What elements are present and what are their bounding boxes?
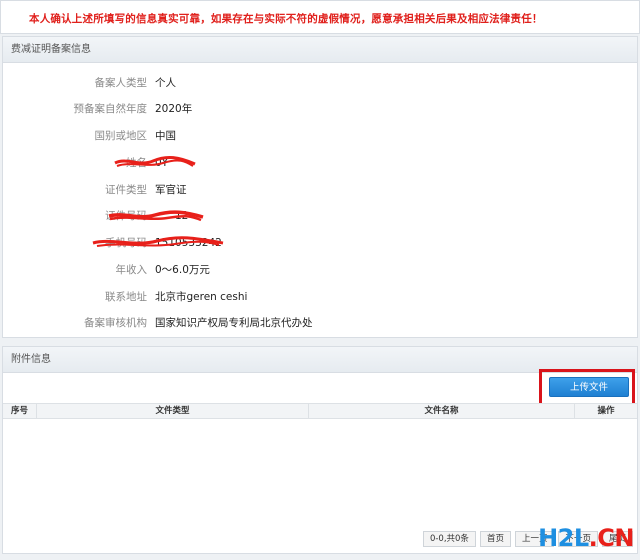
column-header-actions: 操作 <box>597 406 615 416</box>
field-value: 国家知识产权局专利局北京代办处 <box>155 317 313 329</box>
field-review-agency: 备案审核机构 国家知识产权局专利局北京代办处 <box>3 314 639 332</box>
field-label: 备案审核机构 <box>84 317 147 329</box>
field-label: 备案人类型 <box>94 77 148 89</box>
field-value: 个人 <box>155 77 176 89</box>
fee-reduction-record-panel: 费减证明备案信息 备案人类型 个人 预备案自然年度 2020年 国别或地区 中国… <box>2 36 638 338</box>
first-page-button[interactable]: 首页 <box>479 531 511 547</box>
field-label: 预备案自然年度 <box>73 103 148 115</box>
field-label: 联系地址 <box>105 291 147 303</box>
field-id-type: 证件类型 军官证 <box>3 181 639 199</box>
pagination-summary: 0-0,共0条 <box>422 531 476 547</box>
field-value: 2020年 <box>155 103 193 115</box>
field-name: 姓名 0Y <box>3 154 639 172</box>
notice-text: 本人确认上述所填写的信息真实可靠，如果存在与实际不符的虚假情况，愿意承担相关后果… <box>29 13 543 25</box>
redaction-scribble <box>114 155 196 167</box>
field-value: 0～6.0万元 <box>155 264 210 276</box>
field-label: 年收入 <box>115 264 148 276</box>
attachment-panel: 附件信息 上传文件 序号 文件类型 文件名称 操作 0-0,共0条 首页 上一页… <box>2 346 638 554</box>
field-value: 军官证 <box>155 184 187 196</box>
field-value: 中国 <box>155 130 176 142</box>
column-header-index: 序号 <box>3 404 37 418</box>
field-label: 国别或地区 <box>94 130 148 142</box>
panel-title: 费减证明备案信息 <box>11 44 91 55</box>
field-label: 证件类型 <box>105 184 147 196</box>
confirmation-notice: 本人确认上述所填写的信息真实可靠，如果存在与实际不符的虚假情况，愿意承担相关后果… <box>0 0 640 34</box>
field-annual-income: 年收入 0～6.0万元 <box>3 261 639 279</box>
page: 本人确认上述所填写的信息真实可靠，如果存在与实际不符的虚假情况，愿意承担相关后果… <box>0 0 640 560</box>
field-applicant-type: 备案人类型 个人 <box>3 74 639 92</box>
field-address: 联系地址 北京市geren ceshi <box>3 288 639 306</box>
field-value: 北京市geren ceshi <box>155 291 248 303</box>
redaction-scribble <box>108 210 204 222</box>
watermark-domain: .CN <box>588 524 635 552</box>
field-record-year: 预备案自然年度 2020年 <box>3 100 639 118</box>
watermark-brand: H2L <box>538 524 589 552</box>
attachment-table-header: 序号 文件类型 文件名称 操作 <box>3 403 637 419</box>
column-header-file-type: 文件类型 <box>37 404 309 418</box>
column-header-file-name: 文件名称 <box>309 404 575 418</box>
field-id-number: 证件号码 12 <box>3 207 639 225</box>
panel-header: 费减证明备案信息 <box>3 37 637 63</box>
redaction-scribble <box>92 236 224 247</box>
field-country: 国别或地区 中国 <box>3 127 639 145</box>
site-watermark: H2L.CN <box>538 524 634 552</box>
